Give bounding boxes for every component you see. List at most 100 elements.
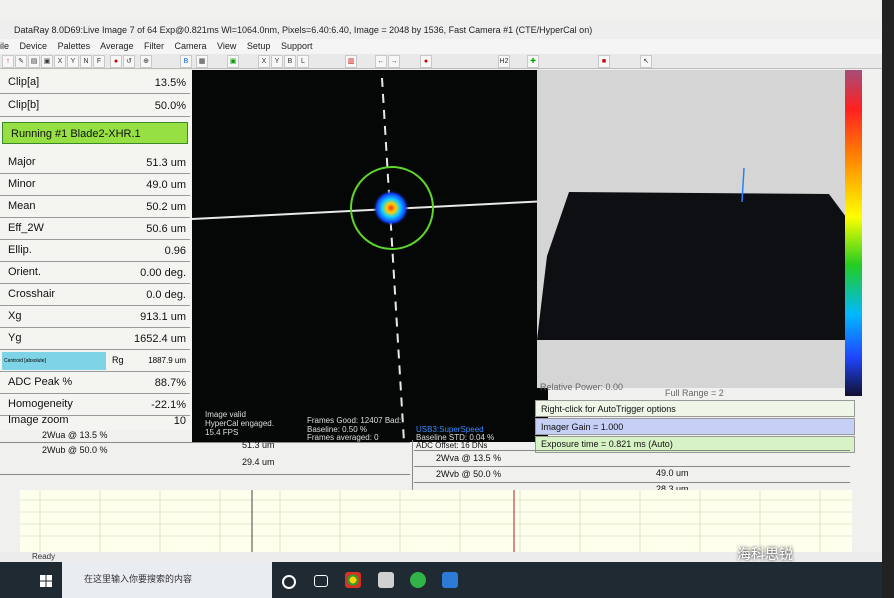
clip-b-row[interactable]: Clip[b] 50.0%: [0, 95, 190, 117]
beam-view-icon[interactable]: ▣: [227, 55, 239, 68]
3d-view[interactable]: [537, 70, 863, 388]
2wub-value: 29.4 um: [242, 457, 275, 467]
homogeneity-value: -22.1%: [151, 399, 186, 411]
record-icon[interactable]: ●: [420, 55, 432, 68]
major-value: 51.3 um: [146, 157, 186, 169]
task-view-icon[interactable]: [314, 575, 328, 587]
taskbar-search-input[interactable]: 在这里输入你要搜索的内容: [62, 562, 272, 598]
menu-support[interactable]: Support: [281, 41, 313, 51]
major-label: Major: [8, 156, 36, 168]
film-icon[interactable]: ▥: [345, 55, 357, 68]
crosshair-icon[interactable]: ✚: [527, 55, 539, 68]
hypercal-text: HyperCal engaged.: [205, 419, 274, 428]
b-axis-button[interactable]: B: [284, 55, 296, 68]
y-button[interactable]: Y: [67, 55, 79, 68]
edit-icon[interactable]: ✎: [15, 55, 27, 68]
status-text: Ready: [32, 552, 56, 561]
ellip-row[interactable]: Ellip. 0.96: [0, 240, 190, 262]
clip-a-row[interactable]: Clip[a] 13.5%: [0, 72, 190, 94]
stop-icon[interactable]: ●: [110, 55, 122, 68]
relative-power-text: Relative Power: 0.00: [540, 382, 624, 392]
horizontal-crosshair: [192, 200, 548, 220]
yg-value: 1652.4 um: [134, 333, 186, 345]
crosshair-label: Crosshair: [8, 288, 56, 300]
orient-row[interactable]: Orient. 0.00 deg.: [0, 262, 190, 284]
menu-filter[interactable]: Filter: [144, 41, 164, 51]
3d-profile-graphic: [537, 167, 863, 340]
autotrigger-bar[interactable]: Right-click for AutoTrigger options: [535, 400, 855, 417]
adc-peak-label: ADC Peak %: [8, 376, 73, 388]
f-button[interactable]: F: [93, 55, 105, 68]
eff-2w-label: Eff_2W: [8, 222, 44, 234]
l-axis-button[interactable]: L: [297, 55, 309, 68]
2wua-label: 2Wua @ 13.5 %: [42, 430, 108, 440]
pointer-icon[interactable]: ↖: [640, 55, 652, 68]
frames-good-text: Frames Good: 12407 Bad:: [307, 416, 402, 425]
row-divider: [0, 474, 410, 475]
crosshair-row[interactable]: Crosshair 0.0 deg.: [0, 284, 190, 306]
image-zoom-label: Image zoom: [8, 414, 69, 426]
ellip-value: 0.96: [164, 245, 186, 257]
image-valid-text: Image valid: [205, 410, 246, 419]
menu-average[interactable]: Average: [100, 41, 133, 51]
x-axis-button[interactable]: X: [258, 55, 270, 68]
row-divider: [414, 450, 850, 451]
open-icon[interactable]: ▤: [28, 55, 40, 68]
menu-device[interactable]: Device: [20, 41, 48, 51]
major-row[interactable]: Major 51.3 um: [0, 152, 190, 174]
yg-row[interactable]: Yg 1652.4 um: [0, 328, 190, 350]
beam-spot: [373, 190, 409, 226]
3d-surface: [537, 192, 863, 340]
window-title: DataRay 8.0D69:Live Image 7 of 64 Exp@0.…: [14, 25, 593, 35]
ellip-label: Ellip.: [8, 244, 32, 256]
image-zoom-value: 10: [173, 415, 186, 427]
search-placeholder: 在这里输入你要搜索的内容: [84, 574, 193, 584]
menu-palettes[interactable]: Palettes: [58, 41, 91, 51]
rg-value: 1887.9 um: [148, 356, 186, 365]
y-axis-button[interactable]: Y: [271, 55, 283, 68]
menu-file[interactable]: ile: [0, 41, 9, 51]
h2-button[interactable]: H2: [498, 55, 510, 68]
zoom-icon[interactable]: ⊕: [140, 55, 152, 68]
beam-image-view[interactable]: Image valid HyperCal engaged. 15.4 FPS F…: [192, 70, 548, 442]
menu-camera[interactable]: Camera: [175, 41, 207, 51]
windows-taskbar: 在这里输入你要搜索的内容: [0, 562, 882, 598]
x-button[interactable]: X: [54, 55, 66, 68]
app-screen: DataRay 8.0D69:Live Image 7 of 64 Exp@0.…: [0, 0, 882, 598]
clip-a-value: 13.5%: [154, 77, 186, 89]
cortana-icon[interactable]: [282, 575, 296, 589]
homogeneity-row[interactable]: Homogeneity -22.1%: [0, 394, 190, 416]
profile-plot-area[interactable]: [20, 490, 852, 552]
mean-value: 50.2 um: [146, 201, 186, 213]
2wua-value: 51.3 um: [242, 440, 275, 450]
app-icon[interactable]: [378, 572, 394, 588]
rg-row[interactable]: Centroid [absolute] Rg 1887.9 um: [0, 350, 190, 372]
adc-peak-value: 88.7%: [154, 377, 186, 389]
grid-icon[interactable]: ▦: [196, 55, 208, 68]
reset-icon[interactable]: ↺: [123, 55, 135, 68]
palette-icon[interactable]: ■: [598, 55, 610, 68]
app-icon-green[interactable]: [410, 572, 426, 588]
centroid-tag: Centroid [absolute]: [2, 352, 106, 370]
menu-view[interactable]: View: [217, 41, 236, 51]
xg-row[interactable]: Xg 913.1 um: [0, 306, 190, 328]
right-arrow-icon[interactable]: →: [388, 55, 400, 68]
running-status[interactable]: Running #1 Blade2-XHR.1: [2, 122, 188, 144]
app-icon-blue[interactable]: [442, 572, 458, 588]
title-bar: DataRay 8.0D69:Live Image 7 of 64 Exp@0.…: [0, 22, 882, 39]
b-button[interactable]: B: [180, 55, 192, 68]
n-button[interactable]: N: [80, 55, 92, 68]
row-divider: [414, 466, 850, 467]
save-icon[interactable]: ▣: [41, 55, 53, 68]
mean-row[interactable]: Mean 50.2 um: [0, 196, 190, 218]
windows-start-icon[interactable]: [40, 575, 52, 587]
eff-2w-row[interactable]: Eff_2W 50.6 um: [0, 218, 190, 240]
minor-row[interactable]: Minor 49.0 um: [0, 174, 190, 196]
menu-setup[interactable]: Setup: [247, 41, 271, 51]
profile-grid: [20, 490, 852, 552]
left-arrow-icon[interactable]: ←: [375, 55, 387, 68]
adc-peak-row[interactable]: ADC Peak % 88.7%: [0, 372, 190, 394]
arrow-icon[interactable]: ↑: [2, 55, 14, 68]
chrome-icon[interactable]: [345, 572, 361, 588]
image-zoom-row[interactable]: Image zoom 10: [0, 414, 190, 429]
